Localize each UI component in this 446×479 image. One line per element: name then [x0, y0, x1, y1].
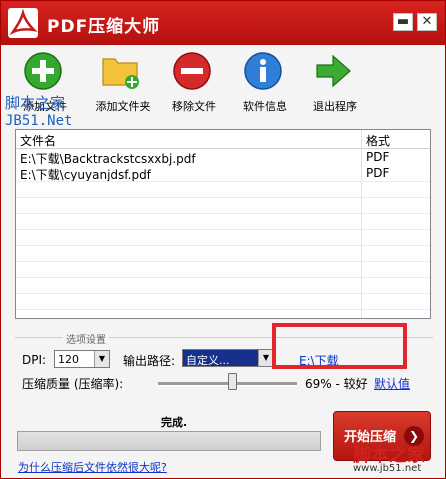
title-bar[interactable]: PDF压缩大师 ▬ ✕ [1, 1, 445, 45]
dpi-select[interactable]: 120 ▼ [54, 350, 110, 368]
file-list-header: 文件名 格式 [16, 130, 430, 149]
output-mode-value: 自定义... [186, 354, 230, 367]
close-button[interactable]: ✕ [417, 13, 437, 31]
file-list[interactable]: 文件名 格式 E:\下载\Backtrackstcsxxbj.pdf PDF E… [15, 129, 431, 319]
add-folder-label: 添加文件夹 [95, 100, 151, 113]
output-mode-select[interactable]: 自定义... ▼ [182, 349, 274, 367]
row-divider [16, 229, 430, 230]
software-info-label: 软件信息 [243, 100, 287, 113]
row-divider [16, 293, 430, 294]
exit-arrow-icon [316, 54, 351, 88]
app-window: PDF压缩大师 ▬ ✕ 添加文件 添加文件夹 移除文件 软件信息 退出程序 文件… [0, 0, 446, 479]
add-folder-button[interactable]: 添加文件夹 [87, 51, 159, 113]
add-folder-icon [102, 58, 139, 89]
table-row[interactable]: E:\下载\Backtrackstcsxxbj.pdf PDF [16, 149, 430, 166]
default-value-link[interactable]: 默认值 [374, 375, 410, 392]
table-row[interactable]: E:\下载\cyuyanjdsf.pdf PDF [16, 165, 430, 182]
minimize-button[interactable]: ▬ [393, 13, 413, 31]
remove-file-label: 移除文件 [172, 100, 216, 113]
software-info-button[interactable]: 软件信息 [229, 51, 301, 113]
highlight-box [272, 323, 407, 369]
options-group-title: 选项设置 [63, 331, 109, 346]
progress-bar [17, 431, 321, 451]
window-title: PDF压缩大师 [47, 17, 161, 37]
row-divider [16, 213, 430, 214]
row-divider [16, 261, 430, 262]
output-path-label: 输出路径: [123, 354, 176, 368]
help-link[interactable]: 为什么压缩后文件依然很大呢? [18, 459, 167, 475]
column-header-format[interactable]: 格式 [366, 132, 390, 149]
info-icon [244, 52, 282, 90]
file-format-cell: PDF [366, 166, 390, 180]
quality-value: 69% - 较好 [305, 377, 368, 391]
quality-slider-thumb[interactable] [228, 373, 237, 390]
pdf-app-icon [8, 8, 38, 38]
dpi-value: 120 [58, 353, 79, 366]
corner-watermark-url: www.jb51.net [353, 463, 422, 474]
quality-label: 压缩质量 (压缩率): [22, 377, 124, 391]
exit-label: 退出程序 [313, 100, 357, 113]
row-divider [16, 277, 430, 278]
row-divider [16, 309, 430, 310]
dpi-label: DPI: [22, 353, 47, 367]
row-divider [16, 197, 430, 198]
remove-file-icon [173, 52, 211, 90]
column-header-filename[interactable]: 文件名 [20, 132, 56, 149]
remove-file-button[interactable]: 移除文件 [158, 51, 230, 113]
watermark-text: 脚本之家 [5, 94, 66, 112]
chevron-down-icon[interactable]: ▼ [94, 351, 109, 367]
status-text: 完成. [161, 416, 188, 429]
exit-button[interactable]: 退出程序 [299, 51, 371, 113]
file-format-cell: PDF [366, 150, 390, 164]
chevron-down-icon[interactable]: ▼ [258, 350, 273, 366]
add-file-icon [24, 52, 62, 90]
watermark-site: JB51.Net [5, 113, 73, 129]
row-divider [16, 181, 430, 182]
row-divider [16, 245, 430, 246]
